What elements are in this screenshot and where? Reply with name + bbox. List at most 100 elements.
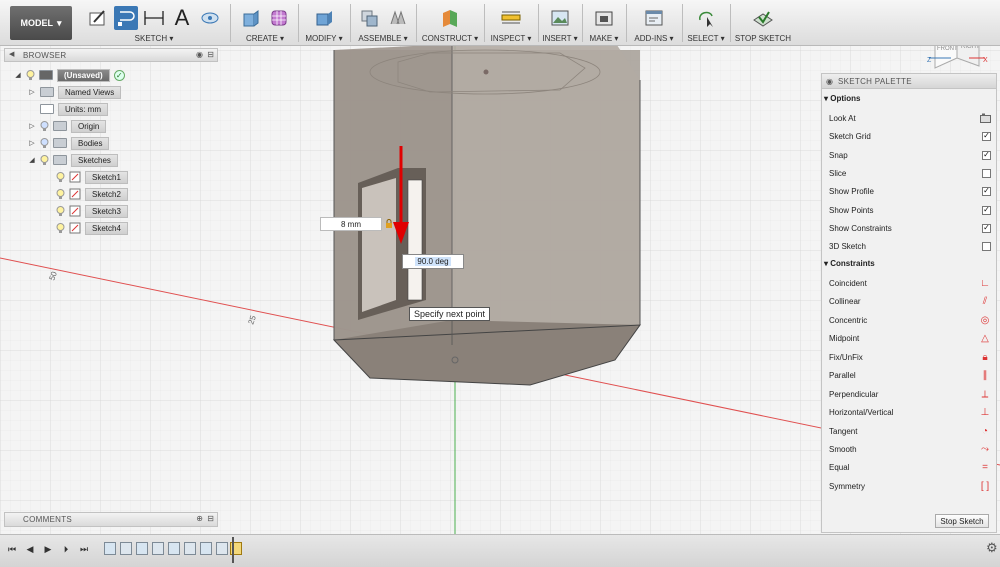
- expand-triangle-icon[interactable]: ◢: [14, 71, 22, 79]
- option-show-profile[interactable]: Show Profile ✓: [829, 184, 991, 198]
- palette-menu-icon[interactable]: ◉: [826, 74, 833, 89]
- sketch-grid-checkbox[interactable]: ✓: [982, 131, 991, 141]
- collinear-icon[interactable]: ⫽: [979, 295, 991, 307]
- project-tool-icon[interactable]: [198, 6, 222, 30]
- palette-header[interactable]: ◉ SKETCH PALETTE: [822, 74, 996, 89]
- make-group[interactable]: MAKE ▾: [584, 0, 624, 46]
- option-snap[interactable]: Snap ✓: [829, 148, 991, 162]
- add-comment-icon[interactable]: ⊕: [196, 514, 203, 523]
- visibility-bulb-icon[interactable]: [26, 69, 35, 81]
- browser-item-bodies[interactable]: ▷ Bodies: [28, 136, 110, 150]
- step-forward-icon[interactable]: ⏵: [60, 543, 72, 555]
- visibility-bulb-icon[interactable]: [56, 205, 65, 217]
- option-slice[interactable]: Slice: [829, 166, 991, 180]
- constraint-perpendicular[interactable]: Perpendicular ⟂: [829, 387, 991, 401]
- expand-triangle-icon[interactable]: ▷: [28, 122, 36, 130]
- lock-icon[interactable]: 🔒︎: [979, 351, 991, 363]
- browser-item-units[interactable]: Units: mm: [40, 102, 108, 116]
- symmetry-icon[interactable]: [ ]: [979, 480, 991, 492]
- select-group[interactable]: SELECT ▾: [684, 0, 728, 46]
- panel-pin-icon[interactable]: ⊟: [207, 50, 214, 59]
- visibility-bulb-icon[interactable]: [56, 188, 65, 200]
- parallel-icon[interactable]: ∥: [979, 369, 991, 381]
- visibility-bulb-icon[interactable]: [40, 120, 49, 132]
- create-sketch-icon[interactable]: [86, 6, 110, 30]
- constraint-parallel[interactable]: Parallel ∥: [829, 368, 991, 382]
- 3d-print-icon[interactable]: [592, 6, 616, 30]
- constraint-smooth[interactable]: Smooth ⤳: [829, 442, 991, 456]
- timeline-feature-sketch[interactable]: [168, 542, 180, 555]
- construct-group[interactable]: CONSTRUCT ▾: [418, 0, 482, 46]
- browser-item-origin[interactable]: ▷ Origin: [28, 119, 107, 133]
- constraints-section-header[interactable]: ▾ Constraints: [824, 259, 875, 268]
- constraint-horizontal-vertical[interactable]: Horizontal/Vertical ⊥: [829, 405, 991, 419]
- go-to-start-icon[interactable]: ⏮: [6, 543, 18, 555]
- timeline-feature-sketch[interactable]: [104, 542, 116, 555]
- constraint-coincident[interactable]: Coincident ∟: [829, 276, 991, 290]
- option-3d-sketch[interactable]: 3D Sketch: [829, 239, 991, 253]
- timeline-feature-extrude[interactable]: [152, 542, 164, 555]
- assemble-group[interactable]: ASSEMBLE ▾: [352, 0, 414, 46]
- timeline-feature-sketch[interactable]: [200, 542, 212, 555]
- length-dimension-input[interactable]: 8 mm: [320, 217, 382, 231]
- perpendicular-icon[interactable]: ⟂: [979, 388, 991, 400]
- slice-checkbox[interactable]: [982, 168, 991, 178]
- stop-sketch-icon[interactable]: [751, 6, 775, 30]
- visibility-bulb-icon[interactable]: [40, 154, 49, 166]
- select-icon[interactable]: [694, 6, 718, 30]
- constraint-equal[interactable]: Equal =: [829, 460, 991, 474]
- inspect-group[interactable]: INSPECT ▾: [486, 0, 536, 46]
- form-icon[interactable]: [267, 6, 291, 30]
- new-component-icon[interactable]: [357, 6, 381, 30]
- visibility-bulb-icon[interactable]: [56, 222, 65, 234]
- modify-group[interactable]: MODIFY ▾: [300, 0, 348, 46]
- browser-item-named-views[interactable]: ▷ Named Views: [28, 85, 122, 99]
- expand-triangle-icon[interactable]: ▷: [28, 88, 36, 96]
- line-tool-icon[interactable]: [114, 6, 138, 30]
- stop-sketch-button[interactable]: Stop Sketch: [935, 514, 989, 528]
- activate-check-icon[interactable]: ✓: [113, 69, 125, 81]
- visibility-bulb-icon[interactable]: [40, 137, 49, 149]
- coincident-icon[interactable]: ∟: [979, 277, 991, 289]
- angle-dimension-input[interactable]: 90.0 deg: [402, 254, 464, 269]
- tangent-icon[interactable]: ◔: [979, 425, 991, 437]
- panel-menu-icon[interactable]: ◉: [196, 50, 203, 59]
- comments-panel-header[interactable]: COMMENTS ⊕ ⊟: [4, 512, 218, 527]
- constraint-fix-unfix[interactable]: Fix/UnFix 🔒︎: [829, 350, 991, 364]
- timeline-feature-extrude[interactable]: [216, 542, 228, 555]
- constraint-midpoint[interactable]: Midpoint △: [829, 331, 991, 345]
- play-icon[interactable]: ▶︎: [42, 543, 54, 555]
- scripts-icon[interactable]: [642, 6, 666, 30]
- add-ins-group[interactable]: ADD-INS ▾: [628, 0, 680, 46]
- timeline-feature-extrude[interactable]: [120, 542, 132, 555]
- show-constraints-checkbox[interactable]: ✓: [982, 223, 991, 233]
- expand-triangle-icon[interactable]: ▷: [28, 139, 36, 147]
- insert-group[interactable]: INSERT ▾: [540, 0, 580, 46]
- offset-plane-icon[interactable]: [438, 6, 462, 30]
- visibility-bulb-icon[interactable]: [56, 171, 65, 183]
- horizontal-vertical-icon[interactable]: ⊥: [979, 406, 991, 418]
- lock-icon[interactable]: [385, 219, 393, 229]
- go-to-end-icon[interactable]: ⏭: [78, 543, 90, 555]
- collapse-triangle-icon[interactable]: ◢: [28, 156, 36, 164]
- option-sketch-grid[interactable]: Sketch Grid ✓: [829, 129, 991, 143]
- press-pull-icon[interactable]: [312, 6, 336, 30]
- timeline-marker[interactable]: [232, 537, 240, 563]
- snap-checkbox[interactable]: ✓: [982, 150, 991, 160]
- timeline-feature-sketch[interactable]: [136, 542, 148, 555]
- constraint-symmetry[interactable]: Symmetry [ ]: [829, 479, 991, 493]
- extrude-icon[interactable]: [239, 6, 263, 30]
- option-show-constraints[interactable]: Show Constraints ✓: [829, 221, 991, 235]
- show-points-checkbox[interactable]: ✓: [982, 205, 991, 215]
- browser-item-sketches[interactable]: ◢ Sketches: [28, 153, 118, 167]
- sketch-group[interactable]: A SKETCH ▾: [80, 0, 228, 46]
- options-section-header[interactable]: ▾ Options: [824, 94, 860, 103]
- constraint-tangent[interactable]: Tangent ◔: [829, 424, 991, 438]
- smooth-icon[interactable]: ⤳: [979, 443, 991, 455]
- collapse-triangle-icon[interactable]: ◀: [9, 50, 14, 58]
- option-show-points[interactable]: Show Points ✓: [829, 203, 991, 217]
- constraint-collinear[interactable]: Collinear ⫽: [829, 294, 991, 308]
- browser-item-sketch1[interactable]: Sketch1: [56, 170, 128, 184]
- create-group[interactable]: CREATE ▾: [234, 0, 296, 46]
- browser-item-sketch4[interactable]: Sketch4: [56, 221, 128, 235]
